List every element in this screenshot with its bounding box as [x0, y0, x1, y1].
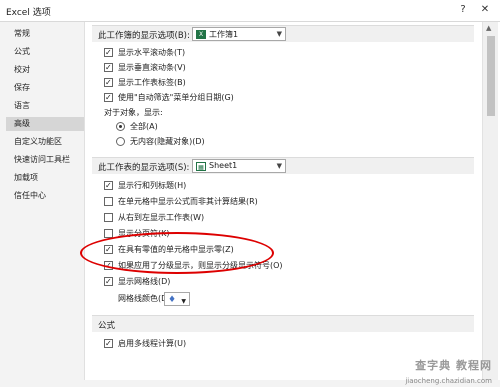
sheet-icon: ▦ [196, 162, 206, 171]
sheet-display-section: 此工作表的显示选项(S): ▦ Sheet1 ▼ [92, 157, 474, 174]
show-row-column-headers-checkbox[interactable] [104, 179, 113, 193]
watermark-url: jiaocheng.chazidian.com [405, 377, 492, 385]
show-sheet-tabs-checkbox[interactable] [104, 76, 113, 90]
vertical-scrollbar[interactable]: ▲ [482, 22, 498, 380]
sidebar-item-add-ins[interactable]: 加载项 [6, 171, 84, 185]
option-label: 显示行和列标题(H) [118, 181, 187, 190]
sidebar-item-proofing[interactable]: 校对 [6, 63, 84, 77]
sidebar-item-trust-center[interactable]: 信任中心 [6, 189, 84, 203]
sidebar-item-quick-access-toolbar[interactable]: 快速访问工具栏 [6, 153, 84, 167]
sidebar-item-customize-ribbon[interactable]: 自定义功能区 [6, 135, 84, 149]
sidebar-item-formulas[interactable]: 公式 [6, 45, 84, 59]
option-label: 显示垂直滚动条(V) [118, 63, 186, 72]
formula-section: 公式 [92, 315, 474, 332]
multithreaded-calc-checkbox[interactable] [104, 337, 113, 351]
show-formulas-checkbox[interactable] [104, 197, 113, 206]
show-horizontal-scrollbar-checkbox[interactable] [104, 46, 113, 60]
title-bar: Excel 选项 ? ✕ [0, 0, 500, 22]
show-gridlines-checkbox[interactable] [104, 275, 113, 289]
sidebar-item-general[interactable]: 常规 [6, 27, 84, 41]
scroll-thumb[interactable] [487, 36, 495, 116]
option-label: 从右到左显示工作表(W) [118, 213, 205, 222]
objects-nothing-radio[interactable] [116, 137, 125, 146]
chevron-down-icon: ▼ [276, 30, 282, 38]
sheet-select[interactable]: ▦ Sheet1 ▼ [192, 159, 286, 173]
workbook-select[interactable]: X 工作簿1 ▼ [192, 27, 286, 41]
help-button[interactable]: ? [454, 2, 472, 18]
option-label: 显示工作表标签(B) [118, 78, 186, 87]
options-content: 此工作簿的显示选项(B): X 工作簿1 ▼ 显示水平滚动条(T) 显示垂直滚动… [86, 22, 482, 380]
option-label: 显示水平滚动条(T) [118, 48, 186, 57]
chevron-down-icon: ▼ [181, 298, 186, 305]
option-label: 全部(A) [130, 122, 158, 131]
options-sidebar: 常规 公式 校对 保存 语言 高级 自定义功能区 快速访问工具栏 加载项 信任中… [0, 22, 85, 380]
option-label: 启用多线程计算(U) [118, 339, 187, 348]
watermark-title: 查字典 教程网 [415, 359, 492, 372]
show-vertical-scrollbar-checkbox[interactable] [104, 61, 113, 75]
annotation-ellipse [80, 232, 274, 274]
close-button[interactable]: ✕ [476, 2, 494, 18]
sheet-select-value: Sheet1 [209, 161, 238, 170]
option-label: 无内容(隐藏对象)(D) [130, 137, 205, 146]
group-dates-autofilter-checkbox[interactable] [104, 91, 113, 105]
workbook-display-section: 此工作簿的显示选项(B): X 工作簿1 ▼ [92, 25, 474, 42]
gridline-color-label: 网格线颜色(D) [118, 294, 171, 303]
window-title: Excel 选项 [6, 8, 51, 18]
scroll-up-icon[interactable]: ▲ [486, 24, 491, 32]
sidebar-item-language[interactable]: 语言 [6, 99, 84, 113]
right-to-left-checkbox[interactable] [104, 213, 113, 222]
chevron-down-icon: ▼ [276, 162, 282, 170]
option-label: 显示网格线(D) [118, 277, 171, 286]
objects-all-radio[interactable] [116, 122, 125, 131]
workbook-display-label: 此工作簿的显示选项(B): [98, 31, 190, 41]
gridline-color-picker[interactable]: ♦ ▼ [164, 292, 190, 306]
workbook-select-value: 工作簿1 [209, 30, 239, 39]
sidebar-item-advanced[interactable]: 高级 [6, 117, 84, 131]
option-label: 使用"自动筛选"菜单分组日期(G) [118, 93, 234, 102]
formula-section-label: 公式 [98, 321, 116, 331]
paint-bucket-icon: ♦ [168, 295, 177, 305]
sheet-display-label: 此工作表的显示选项(S): [98, 163, 190, 173]
sidebar-item-save[interactable]: 保存 [6, 81, 84, 95]
option-label: 在单元格中显示公式而非其计算结果(R) [118, 197, 258, 206]
workbook-icon: X [196, 30, 206, 39]
objects-label: 对于对象，显示: [104, 108, 163, 117]
